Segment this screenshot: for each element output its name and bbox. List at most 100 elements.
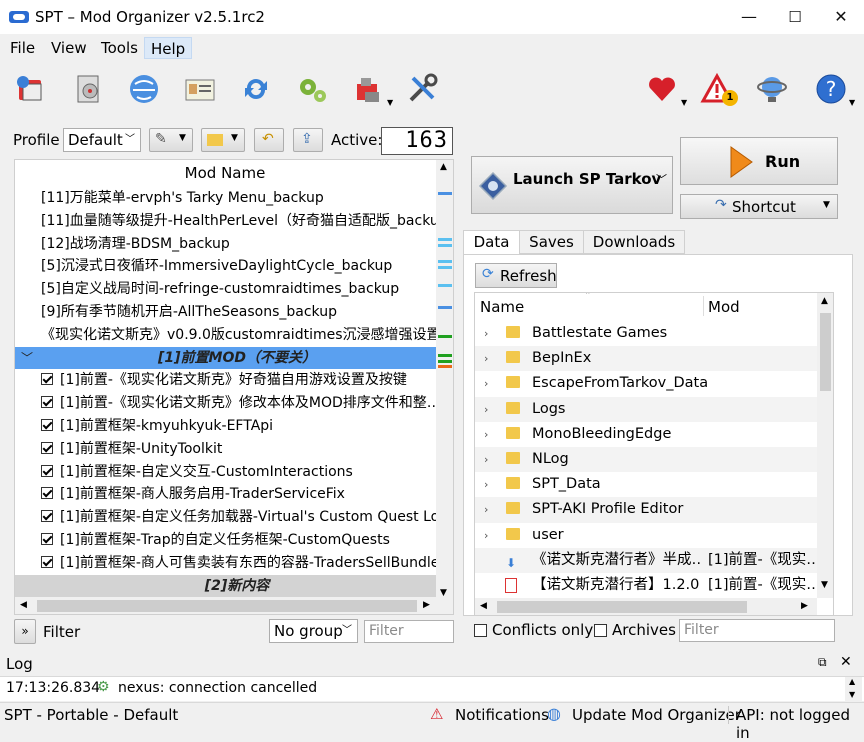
scroll-thumb[interactable] (497, 601, 747, 613)
mod-row[interactable]: [1]前置框架-Trap的自定义任务框架-CustomQuests (15, 529, 437, 552)
tree-folder-row[interactable]: › SPT_Data (475, 472, 817, 497)
mod-enabled-checkbox[interactable] (41, 441, 53, 454)
scroll-down-arrow-icon[interactable]: ▼ (440, 588, 447, 598)
mod-name-column-header[interactable]: Mod Name (15, 160, 435, 186)
archives-checkbox[interactable] (594, 624, 607, 637)
mod-enabled-checkbox[interactable] (41, 464, 53, 477)
launch-executable-select[interactable]: Launch SP Tarkov ﹀ (471, 156, 673, 214)
tools-dropdown-arrow-icon[interactable]: ▼ (387, 98, 393, 107)
tree-folder-row[interactable]: › user (475, 523, 817, 548)
conflicts-only-checkbox[interactable] (474, 624, 487, 637)
mod-row[interactable]: [1]前置-《现实化诺文斯克》修改本体及MOD排序文件和整… (15, 392, 437, 415)
mod-row[interactable]: [12]战场清理-BDSM_backup (15, 233, 437, 256)
mod-list-horizontal-scrollbar[interactable]: ◀ ▶ (15, 597, 436, 614)
scroll-down-arrow-icon[interactable]: ▼ (821, 580, 828, 590)
expand-arrow-icon[interactable]: › (484, 346, 488, 371)
scroll-up-arrow-icon[interactable]: ▲ (849, 677, 855, 686)
menu-file[interactable]: File (4, 37, 41, 59)
run-button[interactable]: Run (680, 137, 838, 185)
scroll-down-arrow-icon[interactable]: ▼ (849, 690, 855, 699)
restore-backup-button[interactable]: ↶ (254, 128, 284, 152)
mod-enabled-checkbox[interactable] (41, 510, 53, 523)
scroll-right-arrow-icon[interactable]: ▶ (423, 600, 430, 610)
profile-select[interactable]: Default ﹀ (63, 128, 141, 152)
mod-row[interactable]: [9]所有季节随机开启-AllTheSeasons_backup (15, 301, 437, 324)
refresh-button[interactable]: ⟳ Refresh (475, 263, 557, 288)
expand-arrow-icon[interactable]: › (484, 523, 488, 548)
tree-file-row[interactable]: 【诺文斯克潜行者】1.2.0… [1]前置-《现实… (475, 573, 817, 598)
notifications-button[interactable]: Notifications (455, 706, 549, 724)
log-close-icon[interactable]: ✕ (840, 654, 852, 670)
scroll-thumb[interactable] (37, 600, 417, 612)
tree-folder-row[interactable]: › BepInEx (475, 346, 817, 372)
menu-tools[interactable]: Tools (95, 37, 144, 59)
tools-icon[interactable] (348, 70, 388, 108)
tree-folder-row[interactable]: › MonoBleedingEdge (475, 422, 817, 447)
mod-row[interactable]: [1]前置框架-UnityToolkit (15, 438, 437, 461)
tree-folder-row[interactable]: › EscapeFromTarkov_Data (475, 371, 817, 396)
heart-dropdown-arrow-icon[interactable]: ▼ (681, 98, 687, 107)
separator-row[interactable]: ﹀ [1]前置MOD（不要关） (15, 346, 437, 370)
wrench-screwdriver-icon[interactable] (402, 70, 442, 108)
mod-row[interactable]: [11]血量随等级提升-HealthPerLevel（好奇猫自适配版_backu… (15, 210, 437, 233)
mod-enabled-checkbox[interactable] (41, 533, 53, 545)
log-scrollbar[interactable]: ▲ ▼ (845, 677, 862, 701)
expand-arrow-icon[interactable]: › (484, 472, 488, 497)
refresh-icon[interactable] (236, 70, 276, 108)
scroll-left-arrow-icon[interactable]: ◀ (20, 600, 27, 610)
expand-arrow-icon[interactable]: › (484, 397, 488, 422)
menu-help[interactable]: Help (144, 37, 193, 59)
menu-view[interactable]: View (45, 37, 93, 59)
mod-row[interactable]: [1]前置框架-自定义任务加载器-Virtual's Custom Quest … (15, 506, 437, 529)
help-dropdown-arrow-icon[interactable]: ▼ (849, 98, 855, 107)
data-file-tree[interactable]: Name ˆ Mod › Battlestate Games › BepInEx ›… (474, 292, 834, 616)
mod-row[interactable]: [1]前置框架-kmyuhkyuk-EFTApi (15, 415, 437, 438)
close-button[interactable]: ✕ (818, 0, 864, 34)
tree-folder-row[interactable]: › NLog (475, 447, 817, 473)
maximize-button[interactable]: ☐ (772, 0, 818, 34)
mod-row[interactable]: [1]前置框架-商人服务启用-TraderServiceFix (15, 483, 437, 506)
instance-icon[interactable] (10, 70, 50, 108)
expand-arrow-icon[interactable]: › (484, 447, 488, 472)
tree-vertical-scrollbar[interactable]: ▲ ▼ (817, 293, 833, 598)
mod-enabled-checkbox[interactable] (41, 555, 53, 568)
scroll-thumb[interactable] (820, 313, 831, 391)
expand-arrow-icon[interactable]: › (484, 321, 488, 346)
mod-row[interactable]: 《现实化诺文斯克》v0.9.0版customraidtimes沉浸感增强设置_ (15, 324, 437, 347)
mod-enabled-checkbox[interactable] (41, 487, 53, 500)
shortcut-button[interactable]: ↷ Shortcut ▼ (680, 194, 838, 219)
separator-row[interactable]: [2]新内容 (15, 574, 437, 598)
minimize-button[interactable]: — (726, 0, 772, 34)
expand-arrow-icon[interactable]: › (484, 422, 488, 447)
notifications-warning-icon[interactable]: ⚠ (430, 705, 443, 723)
browser-icon[interactable] (124, 70, 164, 108)
mod-row[interactable]: [1]前置框架-自定义交互-CustomInteractions (15, 461, 437, 484)
mod-filter-input[interactable]: Filter (364, 620, 454, 643)
mod-enabled-checkbox[interactable] (41, 396, 53, 409)
heart-icon[interactable] (642, 70, 682, 108)
mod-enabled-checkbox[interactable] (41, 419, 53, 431)
tree-file-row[interactable]: ⬇ 《诺文斯克潜行者》半成… [1]前置-《现实… (475, 547, 817, 573)
undock-icon[interactable]: ⧉ (818, 655, 827, 670)
mod-column-header[interactable]: Mod (708, 298, 740, 316)
open-folder-button[interactable]: ▼ (201, 128, 245, 152)
tab-data[interactable]: Data (463, 230, 520, 255)
mod-row[interactable]: [11]万能菜单-ervph's Tarky Menu_backup (15, 187, 437, 210)
mod-enabled-checkbox[interactable] (41, 373, 53, 386)
tab-downloads[interactable]: Downloads (583, 230, 685, 254)
help-icon[interactable]: ? (811, 70, 851, 108)
tree-horizontal-scrollbar[interactable]: ◀ ▶ (475, 598, 817, 615)
tree-folder-row[interactable]: › Battlestate Games (475, 321, 817, 346)
update-globe-icon[interactable]: ◍ (547, 704, 561, 723)
scroll-up-arrow-icon[interactable]: ▲ (440, 162, 447, 172)
mod-row[interactable]: [1]前置-《现实化诺文斯克》好奇猫自用游戏设置及按键 (15, 369, 437, 392)
scroll-up-arrow-icon[interactable]: ▲ (821, 296, 828, 306)
profile-tools-button[interactable]: ✎ ▼ (149, 128, 193, 152)
mod-row[interactable]: [5]沉浸式日夜循环-ImmersiveDaylightCycle_backup (15, 255, 437, 278)
collapse-chevron-icon[interactable]: ﹀ (21, 347, 33, 370)
mod-row[interactable]: [5]自定义战局时间-refringe-customraidtimes_back… (15, 278, 437, 301)
archive-icon[interactable] (68, 70, 108, 108)
scroll-left-arrow-icon[interactable]: ◀ (480, 601, 487, 611)
tab-saves[interactable]: Saves (519, 230, 584, 254)
tree-folder-row[interactable]: › SPT-AKI Profile Editor (475, 497, 817, 523)
